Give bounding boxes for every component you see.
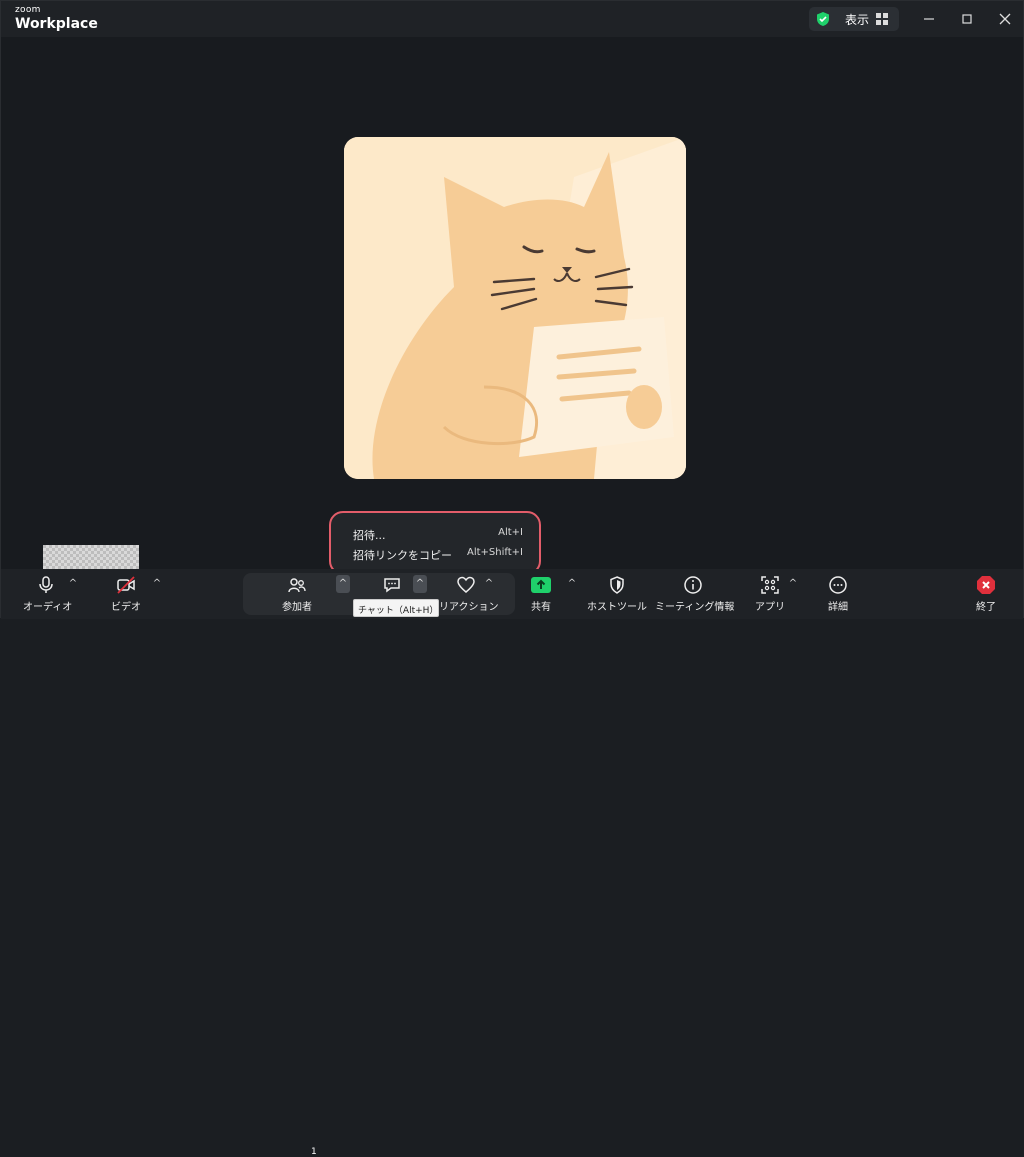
- share-label: 共有: [531, 602, 551, 613]
- apps-button[interactable]: アプリ: [755, 575, 785, 615]
- meeting-info-button[interactable]: ミーティング情報: [655, 575, 735, 615]
- apps-options-caret[interactable]: ^: [787, 577, 799, 591]
- invite-label: 招待...: [353, 529, 386, 542]
- end-label: 終了: [976, 602, 996, 613]
- invite-shortcut: Alt+I: [498, 527, 523, 538]
- close-icon: [999, 13, 1011, 25]
- maximize-icon: [962, 14, 972, 24]
- participants-icon: [288, 578, 306, 593]
- heart-icon: [457, 576, 475, 593]
- grid-view-icon: [876, 13, 888, 25]
- share-screen-icon: [531, 577, 551, 593]
- host-tools-label: ホストツール: [587, 602, 647, 613]
- info-icon: [684, 576, 702, 594]
- participants-count: 1: [311, 1147, 317, 1157]
- copy-invite-link-label: 招待リンクをコピー: [353, 549, 452, 562]
- brand-name: Workplace: [15, 16, 98, 32]
- meeting-toolbar: オーディオ ^ ビデオ ^ 参加者 1 ^ ^ リアクション ^ 共有 ^ ホス…: [1, 569, 1023, 1157]
- maximize-button[interactable]: [957, 9, 977, 29]
- view-label: 表示: [845, 13, 870, 27]
- view-button[interactable]: 表示: [809, 7, 899, 31]
- title-bar: zoom Workplace 表示: [1, 1, 1023, 37]
- reactions-label: リアクション: [439, 602, 499, 613]
- minimize-button[interactable]: [919, 9, 939, 29]
- audio-button[interactable]: オーディオ: [23, 575, 73, 615]
- copy-invite-link-shortcut: Alt+Shift+I: [467, 547, 523, 558]
- more-button[interactable]: 詳細: [823, 575, 853, 615]
- more-icon: [829, 576, 847, 594]
- video-off-icon: [117, 576, 135, 594]
- chat-options-caret[interactable]: ^: [413, 575, 427, 593]
- copy-invite-link-menu-item[interactable]: 招待リンクをコピー Alt+Shift+I: [353, 547, 523, 567]
- audio-label: オーディオ: [23, 602, 73, 613]
- video-options-caret[interactable]: ^: [151, 577, 163, 591]
- participant-avatar: [344, 137, 686, 479]
- self-view-thumbnail[interactable]: [43, 545, 139, 569]
- audio-options-caret[interactable]: ^: [67, 577, 79, 591]
- app-logo: zoom Workplace: [15, 5, 98, 32]
- share-options-caret[interactable]: ^: [566, 577, 578, 591]
- more-label: 詳細: [828, 602, 848, 613]
- close-button[interactable]: [995, 9, 1015, 29]
- host-tools-shield-icon: [610, 576, 624, 594]
- chat-tooltip: チャット（Alt+H）: [353, 599, 439, 617]
- participants-options-caret[interactable]: ^: [336, 575, 350, 593]
- microphone-icon: [39, 576, 53, 593]
- share-button[interactable]: 共有: [527, 575, 555, 615]
- video-label: ビデオ: [111, 602, 141, 613]
- end-meeting-icon: [977, 576, 995, 594]
- zoom-window: zoom Workplace 表示 招待... Alt+I 招待リンクをコピー …: [0, 0, 1024, 1157]
- brand-small-text: zoom: [15, 5, 41, 15]
- apps-icon: [761, 576, 779, 594]
- minimize-icon: [924, 18, 934, 20]
- apps-label: アプリ: [755, 602, 785, 613]
- meeting-stage: [1, 37, 1023, 567]
- security-shield-icon: [817, 12, 829, 26]
- host-tools-button[interactable]: ホストツール: [587, 575, 647, 615]
- reactions-options-caret[interactable]: ^: [483, 577, 495, 591]
- chat-icon: [384, 578, 400, 593]
- invite-menu: 招待... Alt+I 招待リンクをコピー Alt+Shift+I: [329, 511, 541, 575]
- cat-avatar-illustration: [344, 137, 686, 479]
- invite-menu-item[interactable]: 招待... Alt+I: [353, 527, 523, 547]
- end-meeting-button[interactable]: 終了: [971, 575, 1001, 615]
- meeting-info-label: ミーティング情報: [655, 602, 735, 613]
- video-button[interactable]: ビデオ: [109, 575, 143, 615]
- participants-button[interactable]: 参加者: [279, 575, 315, 615]
- participants-label: 参加者: [282, 602, 312, 613]
